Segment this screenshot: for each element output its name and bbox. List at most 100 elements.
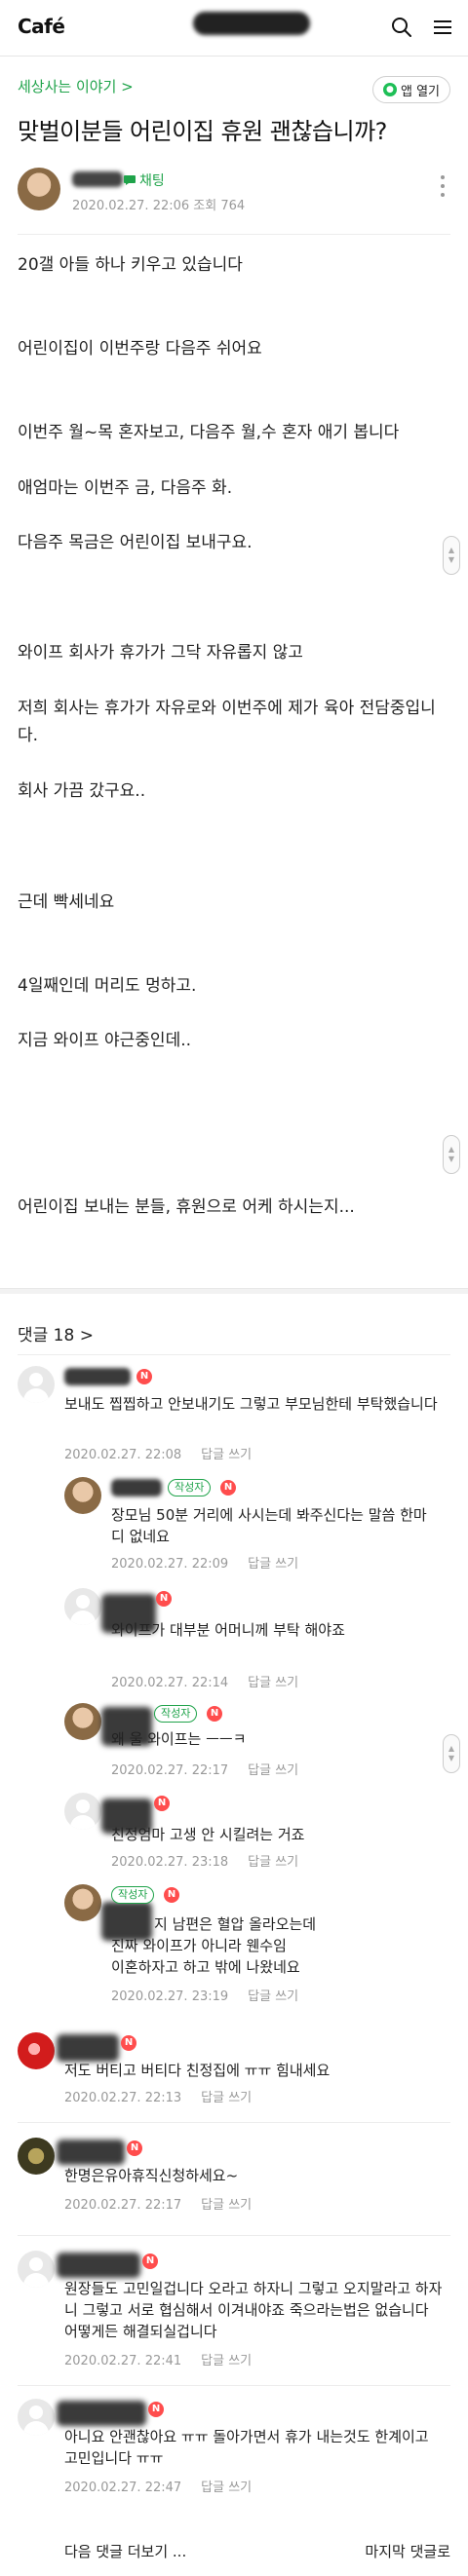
- reply-button[interactable]: 답글 쓰기: [201, 2354, 252, 2368]
- body-line: 근데 빡세네요: [18, 892, 115, 912]
- new-badge: N: [121, 2035, 136, 2051]
- commenter-name-redacted[interactable]: [64, 1368, 131, 1385]
- new-badge: N: [127, 2140, 142, 2156]
- comment-date: 2020.02.27. 22:14: [111, 1676, 229, 1690]
- redacted-block: [57, 2034, 119, 2062]
- body-line: 어린이집이 이번주랑 다음주 쉬어요: [18, 339, 262, 359]
- comment-date: 2020.02.27. 22:08: [64, 1448, 182, 1462]
- body-line: 회사 가끔 갔구요..: [18, 781, 146, 801]
- commenter-avatar[interactable]: [64, 1884, 101, 1921]
- menu-icon[interactable]: [429, 14, 456, 41]
- comment: N 원장들도 고민일겁니다 오라고 하자니 그렇고 오지말라고 하자니 그렇고 …: [18, 2251, 450, 2377]
- comment: N 저도 버티고 버티다 친정집에 ㅠㅠ 힘내세요 2020.02.27. 22…: [18, 2032, 450, 2120]
- commenter-avatar[interactable]: [64, 1793, 101, 1830]
- divider: [18, 2385, 450, 2386]
- comment-reply: 작성자 N 왜 울 와이프는 ㅡㅡㅋ 2020.02.27. 22:17 답글 쓰…: [64, 1703, 450, 1791]
- chat-link[interactable]: 채팅: [123, 170, 165, 190]
- commenter-avatar[interactable]: [18, 2138, 55, 2175]
- divider: [18, 2122, 450, 2123]
- redacted-block: [57, 2140, 125, 2165]
- comment: N 아니요 안괜찮아요 ㅠㅠ 돌아가면서 휴가 내는것도 한계이고 고민입니다 …: [18, 2399, 450, 2516]
- author-row: 채팅 2020.02.27. 22:06 조회 764: [18, 168, 450, 218]
- search-icon[interactable]: [388, 14, 415, 41]
- body-line: 어린이집 보내는 분들, 휴원으로 어케 하시는지...: [18, 1197, 355, 1217]
- body-line: 지금 와이프 야근중인데..: [18, 1031, 192, 1050]
- comment-date: 2020.02.27. 22:47: [64, 2481, 182, 2495]
- more-options-icon[interactable]: [435, 173, 450, 199]
- new-badge: N: [207, 1706, 222, 1722]
- author-badge: 작성자: [111, 1886, 155, 1904]
- new-badge: N: [164, 1887, 179, 1903]
- comment-text: 친정엄마 고생 안 시킬려는 거죠: [111, 1826, 305, 1843]
- commenter-name-redacted[interactable]: [111, 1479, 162, 1496]
- commenter-avatar[interactable]: [64, 1477, 101, 1514]
- author-name-redacted[interactable]: [72, 171, 123, 187]
- scroll-handle[interactable]: ▲ ▼: [443, 1135, 460, 1174]
- comment-meta: 2020.02.27. 22:17 답글 쓰기: [64, 2194, 252, 2213]
- comment-meta: 2020.02.27. 22:41 답글 쓰기: [64, 2350, 252, 2368]
- comment-meta: 2020.02.27. 23:18 답글 쓰기: [111, 1851, 298, 1870]
- comment-reply: N 와이프가 대부분 어머니께 부탁 해야죠 2020.02.27. 22:14…: [64, 1588, 450, 1695]
- new-badge: N: [154, 1796, 170, 1811]
- post-meta: 2020.02.27. 22:06 조회 764: [72, 199, 246, 213]
- commenter-avatar[interactable]: [64, 1588, 101, 1625]
- new-badge: N: [136, 1369, 152, 1384]
- comment-text: 와이프가 대부분 어머니께 부탁 해야죠: [111, 1621, 345, 1639]
- commenter-avatar[interactable]: [18, 2251, 55, 2288]
- commenter-avatar[interactable]: [18, 2399, 55, 2436]
- reply-button[interactable]: 답글 쓰기: [248, 1989, 298, 2004]
- reply-button[interactable]: 답글 쓰기: [248, 1557, 298, 1572]
- app-open-label: 앱 열기: [400, 84, 440, 99]
- new-badge: N: [142, 2254, 158, 2269]
- more-comments-link[interactable]: 다음 댓글 더보기 ...: [64, 2541, 186, 2561]
- section-separator: [0, 1288, 468, 1294]
- new-badge: N: [148, 2402, 164, 2417]
- comments-header[interactable]: 댓글 18 >: [18, 1321, 94, 1345]
- reply-button[interactable]: 답글 쓰기: [201, 2481, 252, 2495]
- body-line: 애엄마는 이번주 금, 다음주 화.: [18, 478, 233, 498]
- comment-text: 왜 울 와이프는 ㅡㅡㅋ: [111, 1730, 247, 1748]
- reply-button[interactable]: 답글 쓰기: [201, 2091, 252, 2105]
- cafe-name-redacted: [193, 12, 310, 35]
- cafe-logo[interactable]: Café: [18, 15, 65, 38]
- author-badge: 작성자: [154, 1705, 198, 1723]
- comment-text: 보내도 찝찝하고 안보내기도 그렇고 부모님한테 부탁했습니다: [64, 1395, 438, 1413]
- commenter-avatar[interactable]: [18, 1366, 55, 1403]
- new-badge: N: [156, 1591, 172, 1607]
- chat-icon: [124, 175, 136, 185]
- board-link[interactable]: 세상사는 이야기 >: [18, 78, 134, 95]
- comment-text: 원장들도 고민일겁니다 오라고 하자니 그렇고 오지말라고 하자니 그렇고 서로…: [64, 2280, 443, 2340]
- commenter-avatar[interactable]: [64, 1703, 101, 1740]
- reply-button[interactable]: 답글 쓰기: [201, 1448, 252, 1462]
- chat-label: 채팅: [139, 173, 165, 189]
- comment-meta: 2020.02.27. 22:09 답글 쓰기: [111, 1553, 298, 1572]
- comment-date: 2020.02.27. 22:17: [111, 1763, 229, 1778]
- commenter-avatar[interactable]: [18, 2032, 55, 2069]
- comment-text: 저도 버티고 버티다 친정집에 ㅠㅠ 힘내세요: [64, 2062, 331, 2079]
- comment-date: 2020.02.27. 22:17: [64, 2198, 182, 2213]
- comment-date: 2020.02.27. 23:18: [111, 1855, 229, 1870]
- reply-button[interactable]: 답글 쓰기: [201, 2198, 252, 2213]
- reply-button[interactable]: 답글 쓰기: [248, 1855, 298, 1870]
- comment-meta: 2020.02.27. 22:47 답글 쓰기: [64, 2477, 252, 2495]
- body-line: 와이프 회사가 휴가가 그닥 자유롭지 않고: [18, 643, 303, 663]
- reply-button[interactable]: 답글 쓰기: [248, 1763, 298, 1778]
- reply-button[interactable]: 답글 쓰기: [248, 1676, 298, 1690]
- scroll-handle[interactable]: ▲ ▼: [443, 536, 460, 575]
- redacted-block: [57, 2401, 146, 2426]
- divider: [18, 2235, 450, 2236]
- comment-date: 2020.02.27. 22:41: [64, 2354, 182, 2368]
- divider: [18, 234, 450, 235]
- author-avatar[interactable]: [18, 168, 60, 210]
- cafe-app-icon: ●: [382, 83, 397, 96]
- comment-meta: 2020.02.27. 22:14 답글 쓰기: [111, 1672, 298, 1690]
- body-line: 저희 회사는 휴가가 자유로와 이번주에 제가 육아 전담중입니다.: [18, 699, 436, 745]
- divider: [18, 1354, 450, 1355]
- comment-date: 2020.02.27. 22:09: [111, 1557, 229, 1572]
- app-open-button[interactable]: ● 앱 열기: [371, 76, 450, 103]
- comment-text: 지 남편은 혈압 올라오는데 진짜 와이프가 아니라 웬수임 이혼하자고 하고 …: [111, 1915, 317, 1976]
- post-title: 맞벌이분들 어린이집 휴원 괜찮습니까?: [18, 118, 387, 145]
- body-line: 이번주 월~목 혼자보고, 다음주 월,수 혼자 애기 봅니다: [18, 423, 400, 442]
- comment-meta: 2020.02.27. 22:17 답글 쓰기: [111, 1760, 298, 1778]
- last-comment-link[interactable]: 마지막 댓글로: [365, 2541, 450, 2561]
